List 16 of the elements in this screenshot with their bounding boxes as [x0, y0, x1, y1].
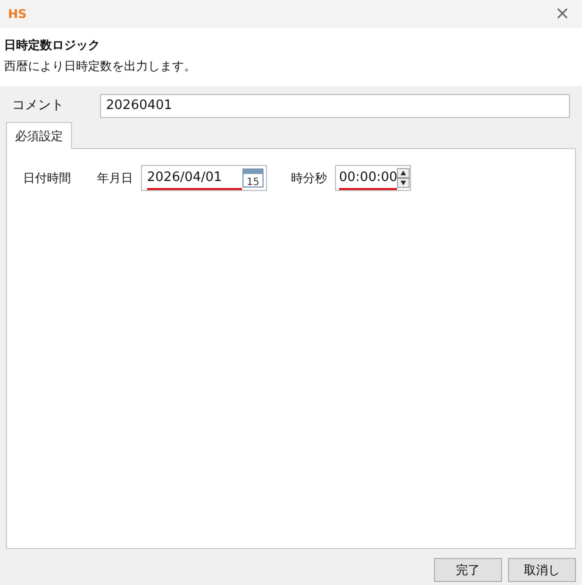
- dialog-description: 西暦により日時定数を出力します。: [4, 58, 197, 75]
- finish-button[interactable]: 完了: [434, 558, 502, 582]
- group-label: 日付時間: [23, 170, 72, 187]
- time-field[interactable]: 00:00:00: [335, 165, 411, 191]
- spinner-icon[interactable]: [397, 167, 410, 189]
- close-button[interactable]: ×: [550, 5, 574, 23]
- comment-label: コメント: [12, 97, 65, 116]
- app-logo: HS: [8, 6, 27, 23]
- calendar-icon[interactable]: 15: [242, 168, 264, 188]
- date-field[interactable]: 2026/04/01 15: [141, 165, 267, 191]
- dialog-title: 日時定数ロジック: [4, 37, 101, 54]
- comment-field[interactable]: 20260401: [100, 94, 570, 118]
- cancel-button[interactable]: 取消し: [508, 558, 576, 582]
- time-label: 時分秒: [291, 170, 328, 187]
- settings-tab[interactable]: 必須設定: [6, 122, 72, 149]
- date-label: 年月日: [97, 170, 134, 187]
